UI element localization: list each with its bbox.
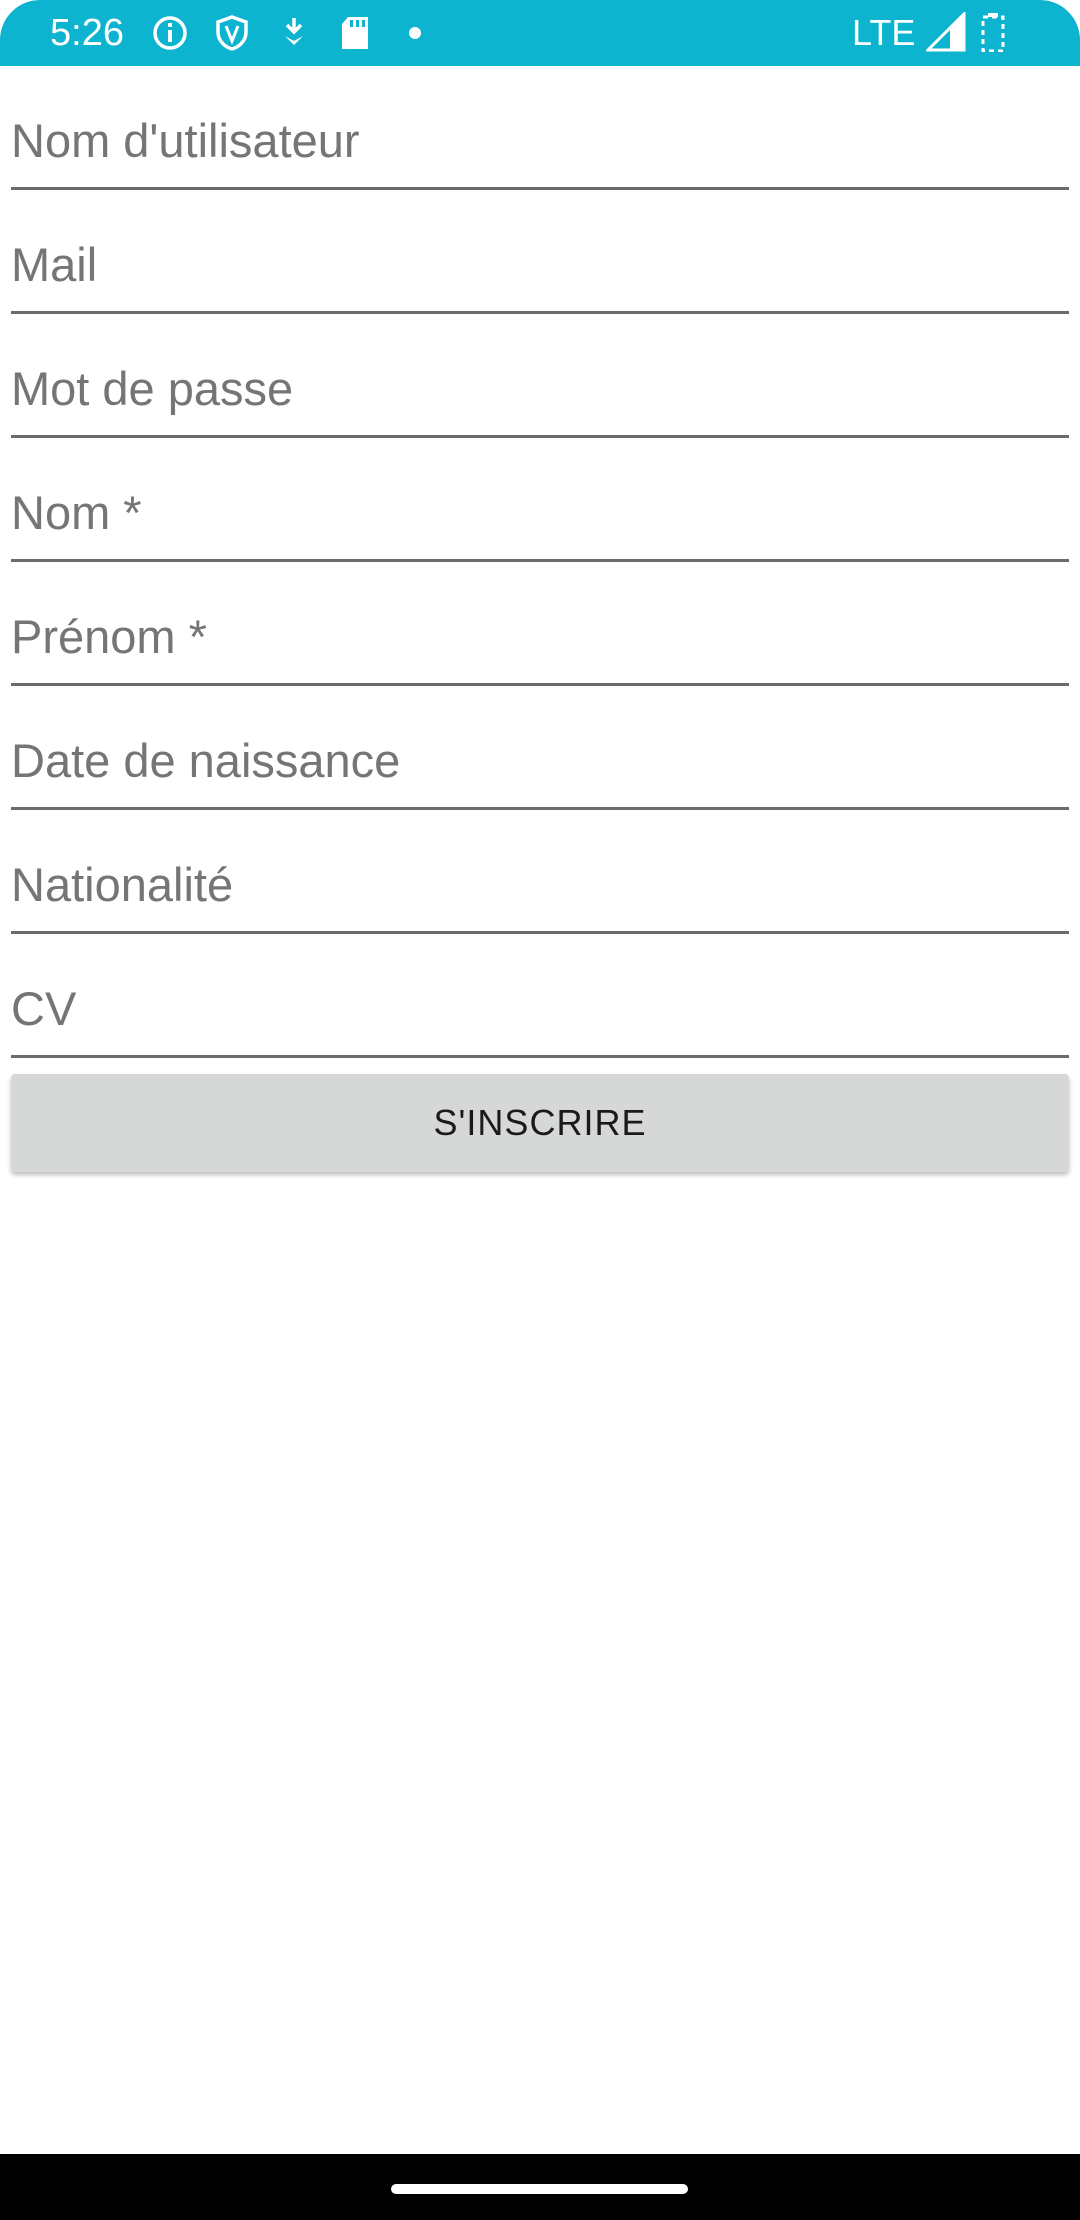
nationality-input[interactable] [11, 844, 1069, 934]
last-name-field-container [11, 438, 1069, 562]
status-time: 5:26 [50, 12, 124, 54]
status-bar: 5:26 LTE [0, 0, 1080, 66]
dot-icon [409, 27, 421, 39]
registration-form [11, 66, 1069, 1058]
first-name-input[interactable] [11, 596, 1069, 686]
network-type: LTE [852, 12, 916, 53]
last-name-input[interactable] [11, 472, 1069, 562]
cv-input[interactable] [11, 968, 1069, 1058]
info-icon [153, 16, 187, 50]
sd-card-icon [342, 17, 368, 49]
navigation-bar [0, 2154, 1080, 2220]
username-field-container [11, 66, 1069, 190]
signal-icon [926, 12, 966, 52]
email-input[interactable] [11, 224, 1069, 314]
battery-icon [981, 13, 1005, 52]
nationality-field-container [11, 810, 1069, 934]
birth-date-input[interactable] [11, 720, 1069, 810]
birth-date-field-container [11, 686, 1069, 810]
download-icon [285, 18, 303, 45]
home-gesture-handle[interactable] [391, 2184, 688, 2194]
register-button[interactable]: S'INSCRIRE [11, 1074, 1069, 1172]
shield-icon [216, 15, 248, 51]
cv-field-container [11, 934, 1069, 1058]
email-field-container [11, 190, 1069, 314]
username-input[interactable] [11, 100, 1069, 190]
password-field-container [11, 314, 1069, 438]
password-input[interactable] [11, 348, 1069, 438]
first-name-field-container [11, 562, 1069, 686]
